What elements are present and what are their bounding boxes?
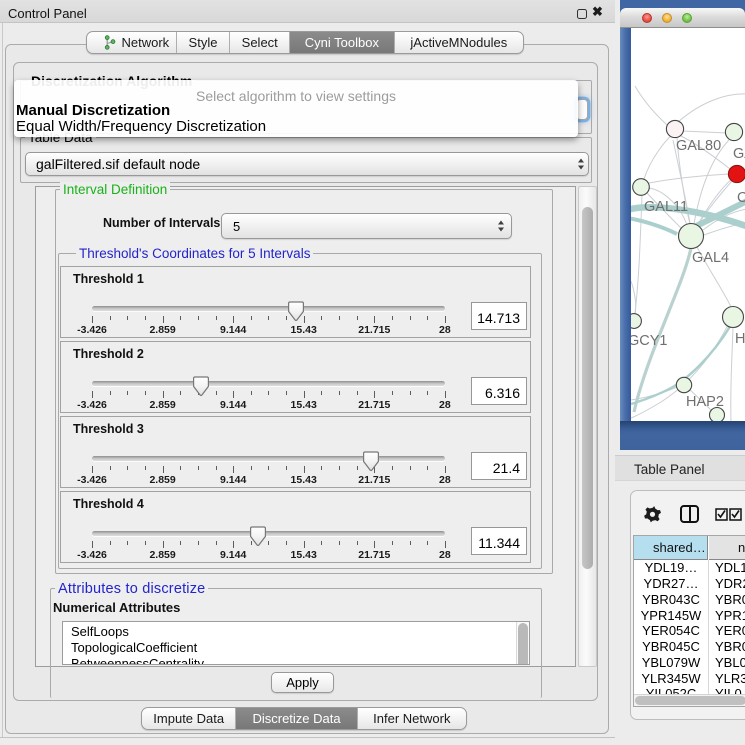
svg-text:GAL4: GAL4 — [692, 250, 729, 266]
svg-text:GA: GA — [733, 146, 745, 162]
svg-text:HAP2: HAP2 — [686, 394, 724, 410]
svg-text:C: C — [737, 190, 745, 206]
svg-text:GAL80: GAL80 — [676, 138, 721, 154]
svg-text:HI: HI — [735, 331, 745, 347]
svg-text:GCY1: GCY1 — [631, 333, 668, 349]
svg-text:GAL11: GAL11 — [644, 199, 688, 215]
